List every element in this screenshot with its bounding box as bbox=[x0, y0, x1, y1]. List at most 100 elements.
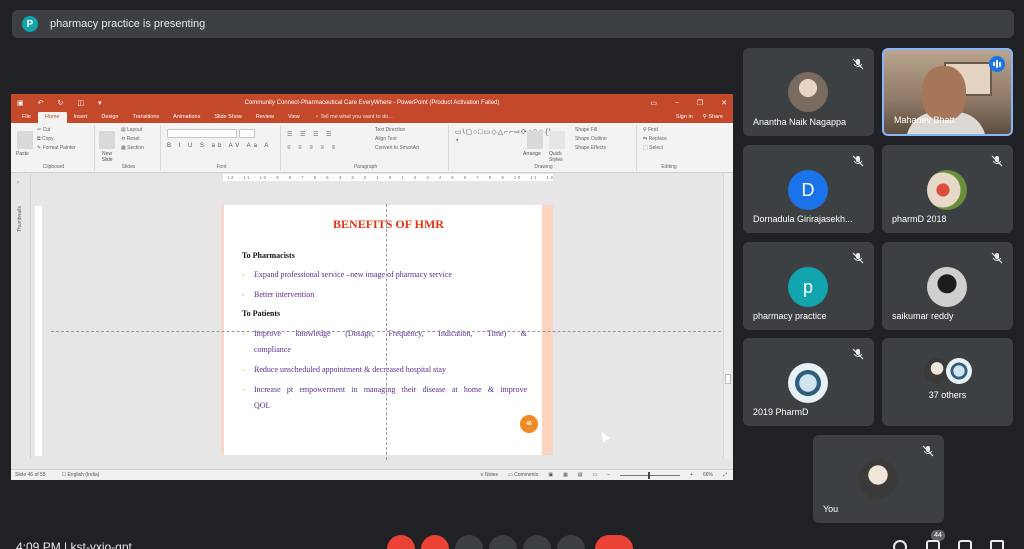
participant-tile[interactable]: p pharmacy practice bbox=[743, 242, 874, 330]
new-slide-icon[interactable] bbox=[99, 131, 115, 149]
meeting-info: 4:09 PM | kst-yxjo-qpt bbox=[16, 540, 132, 549]
find-button[interactable]: ⚲ Find bbox=[643, 127, 667, 133]
tab-insert[interactable]: Insert bbox=[67, 112, 95, 123]
vertical-guide bbox=[386, 204, 387, 460]
tab-file[interactable]: File bbox=[15, 112, 38, 123]
bullet-item-continued: compliance bbox=[254, 345, 291, 354]
shape-fill-button[interactable]: Shape Fill bbox=[575, 127, 607, 133]
font-size-box[interactable] bbox=[239, 129, 255, 138]
zoom-level[interactable]: 66% bbox=[703, 472, 713, 478]
comments-button[interactable]: ▭ Comments bbox=[508, 472, 538, 478]
close-icon[interactable]: ✕ bbox=[721, 99, 727, 107]
tab-review[interactable]: Review bbox=[249, 112, 281, 123]
maximize-icon[interactable]: ❐ bbox=[697, 99, 703, 107]
font-name-box[interactable] bbox=[167, 129, 237, 138]
camera-toggle-button[interactable] bbox=[421, 535, 449, 549]
participant-name: pharmD 2018 bbox=[892, 214, 947, 224]
participant-tile[interactable]: D Dornadula Girirajasekh... bbox=[743, 145, 874, 233]
slide-counter: Slide 46 of 55 bbox=[15, 472, 46, 478]
shape-effects-button[interactable]: Shape Effects bbox=[575, 145, 607, 151]
scroll-thumb[interactable] bbox=[725, 374, 731, 384]
paste-icon[interactable] bbox=[17, 131, 33, 149]
slideshow-icon[interactable]: ▭ bbox=[593, 472, 598, 478]
replace-button[interactable]: ⇆ Replace bbox=[643, 136, 667, 142]
group-paragraph: ☰ ☰ ☰ ☰ ≡ ≡ ≡ ≡ ≡ Text Direction Align T… bbox=[283, 125, 449, 171]
font-format-icons[interactable]: B I U S ab AV Aa A bbox=[167, 143, 271, 149]
avatar bbox=[946, 358, 972, 384]
tell-me-search[interactable]: ♀ Tell me what you want to do... bbox=[307, 112, 401, 123]
layout-button[interactable]: ▤ Layout bbox=[121, 127, 144, 133]
language-status[interactable]: ☐ English (India) bbox=[62, 472, 100, 478]
notes-button[interactable]: ≡ Notes bbox=[481, 472, 498, 478]
tab-slide-show[interactable]: Slide Show bbox=[207, 112, 249, 123]
group-slides: New Slide ▤ Layout ⟲ Reset ▦ Section Sli… bbox=[97, 125, 161, 171]
text-direction-button[interactable]: Text Direction bbox=[375, 127, 419, 133]
list-icons[interactable]: ☰ ☰ ☰ ☰ bbox=[287, 131, 335, 138]
vertical-scrollbar[interactable] bbox=[723, 174, 731, 459]
zoom-slider[interactable] bbox=[620, 471, 681, 479]
participant-tile[interactable]: 2019 PharmD bbox=[743, 338, 874, 426]
tab-animations[interactable]: Animations bbox=[166, 112, 207, 123]
slide-sorter-icon[interactable]: ▦ bbox=[563, 472, 568, 478]
mic-off-icon bbox=[991, 252, 1003, 264]
cut-button[interactable]: ✂ Cut bbox=[37, 127, 76, 133]
quick-styles-button[interactable]: Quick Styles bbox=[549, 151, 569, 163]
format-painter-button[interactable]: ✎ Format Painter bbox=[37, 145, 76, 151]
presenting-text: pharmacy practice is presenting bbox=[50, 18, 206, 30]
arrange-button[interactable]: Arrange bbox=[523, 151, 541, 157]
captions-button[interactable] bbox=[455, 535, 483, 549]
thumbnails-pane[interactable]: › Thumbnails bbox=[11, 174, 31, 459]
mic-off-icon bbox=[852, 252, 864, 264]
current-slide[interactable]: BENEFITS OF HMR To Pharmacists ◦ Expand … bbox=[221, 205, 553, 455]
paste-button[interactable]: Paste bbox=[16, 151, 29, 157]
fit-slide-icon[interactable]: ⤢ bbox=[723, 472, 727, 478]
tab-view[interactable]: View bbox=[281, 112, 307, 123]
avatar bbox=[927, 267, 967, 307]
zoom-slider-thumb[interactable] bbox=[648, 471, 651, 479]
zoom-in-icon[interactable]: + bbox=[690, 472, 693, 478]
align-icons[interactable]: ≡ ≡ ≡ ≡ ≡ bbox=[287, 145, 338, 151]
people-icon[interactable] bbox=[926, 540, 940, 549]
normal-view-icon[interactable]: ▣ bbox=[548, 472, 553, 478]
expand-thumbnails-icon[interactable]: › bbox=[17, 180, 19, 186]
chat-icon[interactable] bbox=[958, 540, 972, 549]
raise-hand-button[interactable] bbox=[489, 535, 517, 549]
select-button[interactable]: ⬚ Select bbox=[643, 145, 667, 151]
more-options-button[interactable] bbox=[557, 535, 585, 549]
tab-design[interactable]: Design bbox=[94, 112, 125, 123]
leave-call-button[interactable] bbox=[595, 535, 633, 549]
participant-tile[interactable]: Anantha Naik Nagappa bbox=[743, 48, 874, 136]
share-button[interactable]: ⚲ Share bbox=[703, 112, 723, 123]
convert-smartart-button[interactable]: Convert to SmartArt bbox=[375, 145, 419, 151]
participant-tile[interactable]: pharmD 2018 bbox=[882, 145, 1013, 233]
shapes-gallery[interactable]: ▭\▢○□▭◇△⌐⌐⇨⟳○▯☆{}⋆ bbox=[455, 129, 551, 145]
present-button[interactable] bbox=[523, 535, 551, 549]
new-slide-button[interactable]: New Slide bbox=[97, 151, 117, 163]
section-button[interactable]: ▦ Section bbox=[121, 145, 144, 151]
tab-home[interactable]: Home bbox=[37, 112, 67, 123]
slide-page-number: 46 bbox=[520, 415, 538, 433]
ribbon-display-icon[interactable]: ▭ bbox=[650, 99, 657, 107]
self-tile[interactable]: You bbox=[813, 435, 944, 523]
sign-in-link[interactable]: Sign in bbox=[676, 112, 693, 123]
paragraph-group-label: Paragraph bbox=[353, 164, 378, 170]
tab-transitions[interactable]: Transitions bbox=[125, 112, 166, 123]
arrange-icon[interactable] bbox=[527, 131, 543, 149]
info-icon[interactable] bbox=[893, 540, 907, 549]
participant-tile[interactable]: saikumar reddy bbox=[882, 242, 1013, 330]
bullet-item: ◦ Expand professional service –new image… bbox=[242, 267, 527, 283]
zoom-out-icon[interactable]: – bbox=[607, 472, 610, 478]
copy-button[interactable]: ⧉ Copy bbox=[37, 136, 76, 142]
participant-tile-speaking[interactable]: Mahadev Bhatt bbox=[882, 48, 1013, 136]
quick-styles-icon[interactable] bbox=[549, 131, 565, 149]
others-tile[interactable]: 37 others bbox=[882, 338, 1013, 426]
reset-button[interactable]: ⟲ Reset bbox=[121, 136, 144, 142]
shared-screen-powerpoint: ▣ ↶ ↻ ◫ ▾ Community Connect-Pharmaceutic… bbox=[11, 94, 733, 480]
align-text-button[interactable]: Align Text bbox=[375, 136, 419, 142]
activities-icon[interactable] bbox=[990, 540, 1004, 549]
group-font: B I U S ab AV Aa A Font bbox=[163, 125, 281, 171]
reading-view-icon[interactable]: ▤ bbox=[578, 472, 583, 478]
mic-toggle-button[interactable] bbox=[387, 535, 415, 549]
minimize-icon[interactable]: – bbox=[675, 99, 679, 107]
shape-outline-button[interactable]: Shape Outline bbox=[575, 136, 607, 142]
